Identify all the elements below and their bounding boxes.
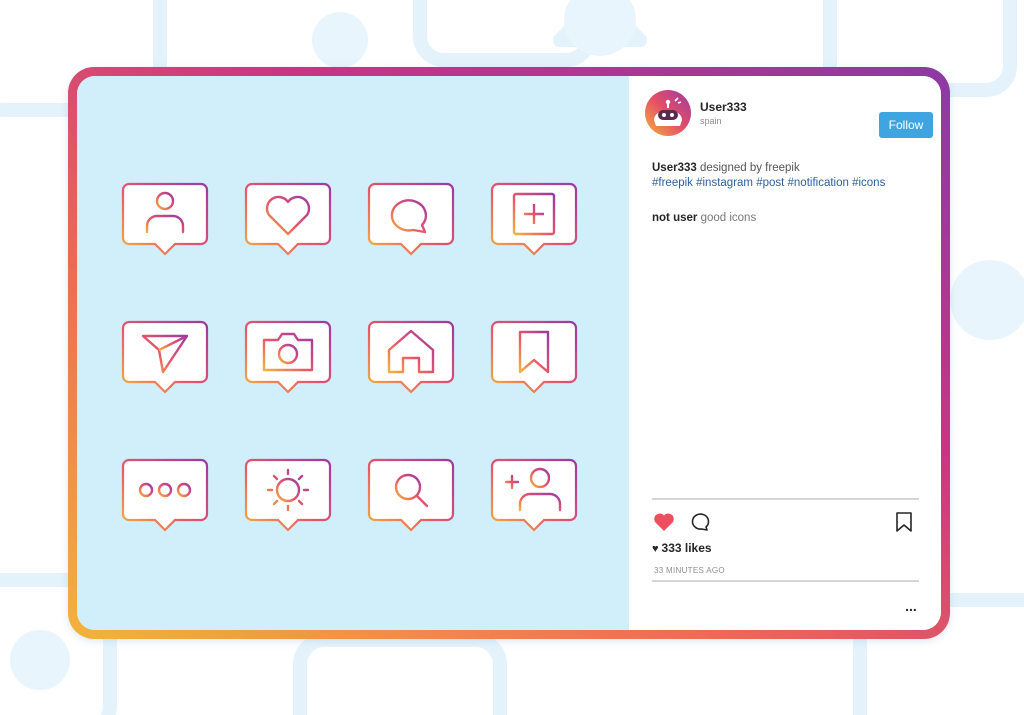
username[interactable]: User333 — [700, 100, 747, 114]
caption-username[interactable]: User333 — [652, 162, 697, 174]
icon-grid — [119, 180, 580, 556]
likes-text: 333 likes — [661, 541, 712, 555]
heart-icon — [244, 182, 332, 256]
comment-text: good icons — [697, 212, 757, 224]
bookmark-icon[interactable] — [892, 510, 916, 534]
divider — [652, 580, 919, 582]
comment-username[interactable]: not user — [652, 212, 697, 224]
bookmark-icon — [490, 320, 578, 394]
post-timestamp: 33 MINUTES AGO — [654, 566, 725, 575]
caption-text: designed by freepik — [696, 162, 800, 174]
post-frame: User333 spain Follow User333 designed by… — [68, 67, 950, 639]
post-details: User333 spain Follow User333 designed by… — [629, 76, 941, 630]
avatar[interactable] — [645, 90, 691, 136]
like-heart-icon[interactable] — [652, 510, 676, 534]
comment: not user good icons — [652, 212, 756, 224]
post-image[interactable] — [77, 76, 629, 630]
user-icon — [121, 182, 209, 256]
search-icon — [367, 458, 455, 532]
location[interactable]: spain — [700, 116, 722, 126]
camera-icon — [244, 320, 332, 394]
brightness-icon — [244, 458, 332, 532]
action-bar — [652, 510, 919, 536]
more-options-button[interactable]: ... — [901, 599, 921, 616]
post-card: User333 spain Follow User333 designed by… — [77, 76, 941, 630]
send-icon — [121, 320, 209, 394]
follow-button[interactable]: Follow — [879, 112, 933, 138]
robot-icon — [654, 97, 682, 126]
add-post-icon — [490, 182, 578, 256]
post-caption: User333 designed by freepik #freepik #in… — [652, 161, 922, 191]
post-header: User333 spain Follow — [645, 90, 933, 138]
more-dots-icon — [121, 458, 209, 532]
home-icon — [367, 320, 455, 394]
comment-icon[interactable] — [688, 510, 712, 534]
add-user-icon — [490, 458, 578, 532]
likes-heart-icon: ♥ — [652, 543, 659, 555]
likes-count[interactable]: ♥ 333 likes — [652, 541, 712, 555]
comment-icon — [367, 182, 455, 256]
divider — [652, 498, 919, 500]
caption-hashtags[interactable]: #freepik #instagram #post #notification … — [652, 177, 885, 189]
